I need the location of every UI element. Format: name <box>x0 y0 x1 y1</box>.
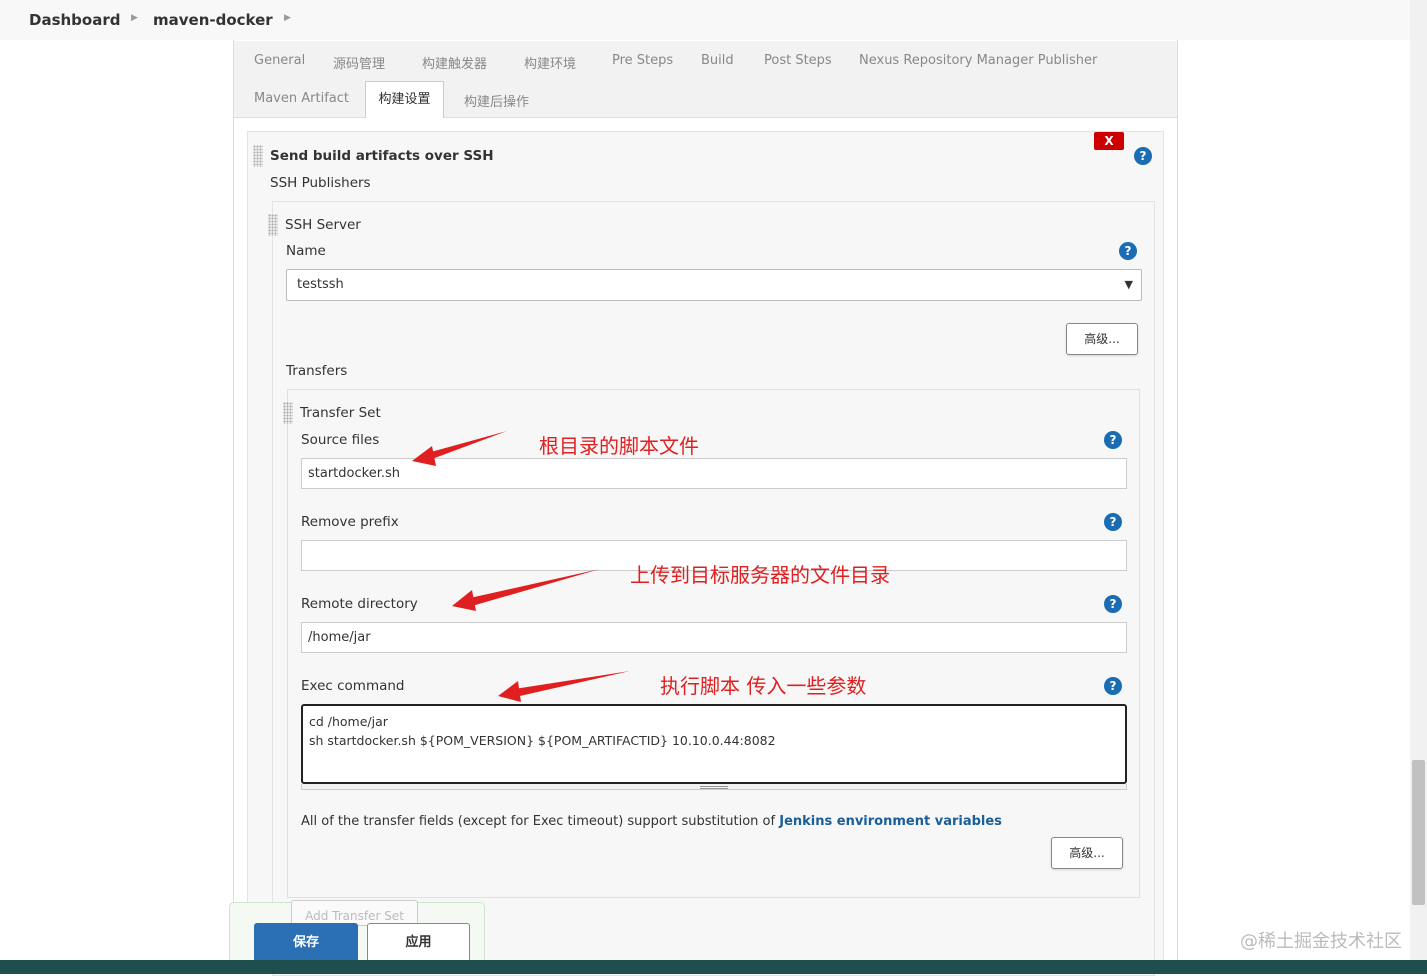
apply-button[interactable]: 应用 <box>367 923 470 963</box>
arrow-head-icon <box>452 590 476 611</box>
watermark: @稀土掘金技术社区 <box>1240 931 1402 952</box>
annotation-remote: 上传到目标服务器的文件目录 <box>630 563 890 587</box>
os-taskbar <box>0 960 1427 974</box>
arrow-shaft <box>508 671 630 698</box>
arrow-shaft <box>461 569 600 608</box>
arrow-head-icon <box>412 446 436 466</box>
annotation-exec: 执行脚本 传入一些参数 <box>660 674 867 698</box>
annotation-source: 根目录的脚本文件 <box>539 434 699 458</box>
annotation-arrows <box>412 431 630 702</box>
save-button[interactable]: 保存 <box>254 923 358 963</box>
arrow-head-icon <box>498 681 521 702</box>
